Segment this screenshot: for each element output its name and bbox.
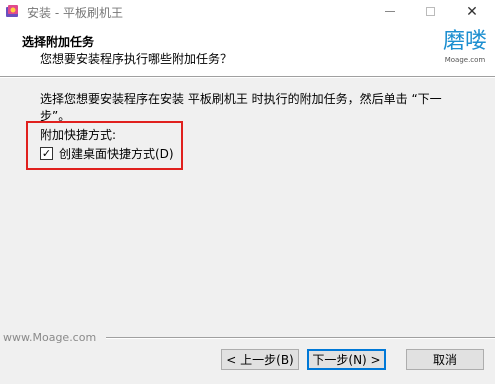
header-divider xyxy=(0,76,495,78)
checkmark-icon: ✓ xyxy=(41,147,52,160)
next-button[interactable]: 下一步(N) > xyxy=(307,349,386,370)
cancel-button[interactable]: 取消 xyxy=(406,349,484,370)
moage-logo: 磨喽 Moage.com xyxy=(442,28,488,68)
footer-divider xyxy=(106,337,495,339)
desktop-shortcut-checkbox[interactable]: ✓ xyxy=(40,147,53,160)
close-button[interactable]: ✕ xyxy=(452,0,492,23)
desktop-shortcut-label[interactable]: 创建桌面快捷方式(D) xyxy=(59,145,174,162)
maximize-icon xyxy=(425,7,435,16)
logo-chinese-text: 磨喽 xyxy=(442,29,487,54)
minimize-icon xyxy=(385,11,395,12)
wizard-header: 选择附加任务 您想要安装程序执行哪些附加任务？ 磨喽 Moage.com xyxy=(0,23,495,76)
desktop-shortcut-option[interactable]: ✓ 创建桌面快捷方式(D) xyxy=(40,145,174,162)
installer-app-icon xyxy=(6,5,18,17)
maximize-button[interactable] xyxy=(410,0,450,23)
page-title: 选择附加任务 xyxy=(22,35,95,49)
window-title: 安装 - 平板刷机王 xyxy=(27,6,123,20)
task-description: 选择您想要安装程序在安装 平板刷机王 时执行的附加任务，然后单击 “下一步”。 xyxy=(40,92,442,123)
title-bar: 安装 - 平板刷机王 ✕ xyxy=(0,0,495,23)
shortcut-section-label: 附加快捷方式: xyxy=(40,128,117,142)
close-icon: ✕ xyxy=(466,3,478,20)
watermark: www.Moage.com xyxy=(3,331,97,344)
logo-english-text: Moage.com xyxy=(444,56,486,64)
back-button[interactable]: < 上一步(B) xyxy=(221,349,299,370)
minimize-button[interactable] xyxy=(370,0,410,23)
page-subtitle: 您想要安装程序执行哪些附加任务？ xyxy=(40,52,233,66)
